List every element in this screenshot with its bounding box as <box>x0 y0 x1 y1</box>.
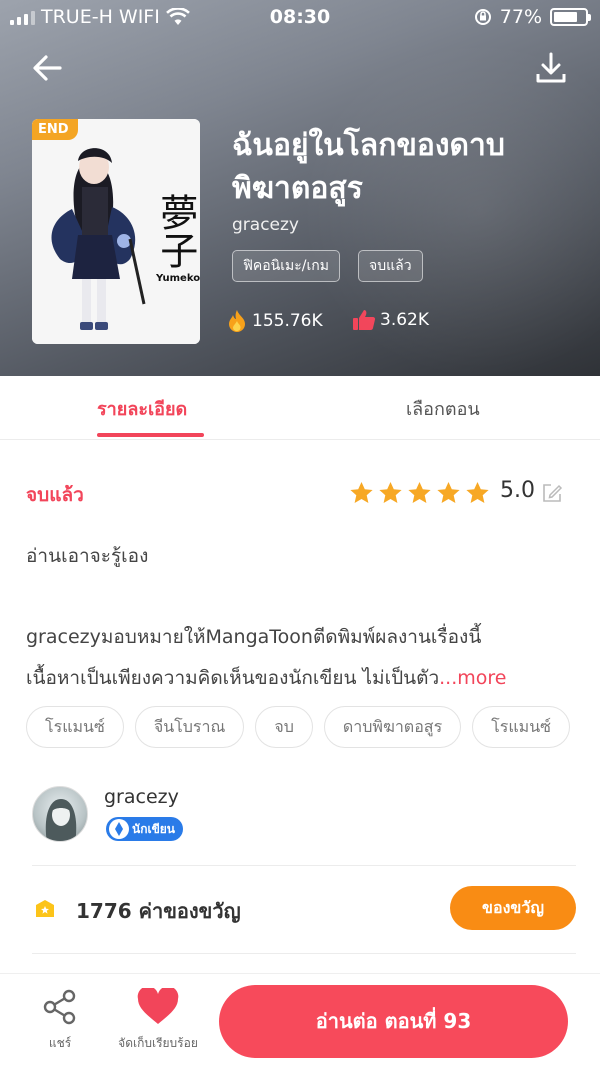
likes-stat: 3.62K <box>352 309 429 331</box>
download-icon[interactable] <box>534 50 568 86</box>
back-arrow-icon[interactable] <box>30 50 66 86</box>
star-icon <box>437 482 460 503</box>
gift-count: 1776 ค่าของขวัญ <box>76 899 241 923</box>
book-cover[interactable]: END 夢子 Yumeko <box>32 119 200 344</box>
completion-status: จบแล้ว <box>26 484 84 506</box>
tag-chip[interactable]: จบ <box>255 706 313 748</box>
tab-bar: รายละเอียด เลือกตอน <box>0 376 600 440</box>
save-label: จัดเก็บเรียบร้อย <box>118 1036 198 1050</box>
cover-name: Yumeko <box>156 273 200 284</box>
battery-percent: 77% <box>499 6 542 28</box>
thumbs-up-icon <box>353 310 376 331</box>
tab-episodes[interactable]: เลือกตอน <box>406 394 480 423</box>
book-title: ฉันอยู่ในโลกของดาบ พิฆาตอสูร <box>232 124 572 210</box>
battery-icon <box>550 8 591 26</box>
star-icon <box>408 482 431 503</box>
star-icon <box>379 482 402 503</box>
book-header: TRUE-H WIFI 08:30 77% END 夢子 Yumeko ฉันอ… <box>0 0 600 376</box>
likes-count: 3.62K <box>380 310 429 330</box>
heart-icon <box>137 986 179 1024</box>
title-line-1: ฉันอยู่ในโลกของดาบ <box>232 128 505 163</box>
status-right: 77% <box>474 6 591 28</box>
tab-details[interactable]: รายละเอียด <box>97 394 187 423</box>
views-count: 155.76K <box>252 311 323 331</box>
save-button[interactable]: จัดเก็บเรียบร้อย <box>108 986 208 1053</box>
rating-value: 5.0 <box>500 478 535 503</box>
share-button[interactable]: แชร์ <box>24 988 96 1053</box>
description-line-1: gracezyมอบหมายให้MangaToonตีดพิมพ์ผลงานเ… <box>26 626 482 648</box>
writer-icon <box>109 819 129 839</box>
description-line-2-text: เนื้อหาเป็นเพียงความคิดเห็นของนักเขียน ไ… <box>26 667 440 689</box>
tag-list: โรแมนซ์ จีนโบราณ จบ ดาบพิฆาตอสูร โรแมนซ์ <box>26 706 600 750</box>
description-line-2: เนื้อหาเป็นเพียงความคิดเห็นของนักเขียน ไ… <box>26 658 576 699</box>
end-badge: END <box>32 119 78 140</box>
status-bar: TRUE-H WIFI 08:30 77% <box>0 0 600 34</box>
continue-reading-button[interactable]: อ่านต่อ ตอนที่ 93 <box>219 985 568 1058</box>
gift-icon <box>36 900 54 917</box>
tag-chip[interactable]: โรแมนซ์ <box>472 706 570 748</box>
more-link[interactable]: ...more <box>439 667 506 689</box>
orientation-lock-icon <box>474 9 491 25</box>
share-icon <box>43 989 76 1025</box>
book-description: gracezyมอบหมายให้MangaToonตีดพิมพ์ผลงานเ… <box>26 617 576 699</box>
views-stat: 155.76K <box>226 309 323 333</box>
avatar[interactable] <box>32 786 88 842</box>
book-summary: อ่านเอาจะรู้เอง <box>26 545 149 567</box>
share-label: แชร์ <box>48 1036 72 1050</box>
tag-chip[interactable]: โรแมนซ์ <box>26 706 124 748</box>
status-tag[interactable]: จบแล้ว <box>358 250 423 282</box>
edit-rating-icon[interactable] <box>541 482 563 504</box>
tab-underline <box>97 433 204 437</box>
book-author[interactable]: gracezy <box>232 215 299 235</box>
star-icon <box>350 482 373 503</box>
writer-badge-label: นักเขียน <box>132 822 176 836</box>
cover-kanji: 夢子 <box>153 193 198 269</box>
tag-chip[interactable]: จีนโบราณ <box>134 706 245 748</box>
gift-button[interactable]: ของขวัญ <box>450 886 576 930</box>
writer-badge: นักเขียน <box>106 817 184 841</box>
title-line-2: พิฆาตอสูร <box>232 171 363 206</box>
star-icon <box>466 482 489 503</box>
bottom-bar: แชร์ จัดเก็บเรียบร้อย อ่านต่อ ตอนที่ 93 <box>0 973 600 1067</box>
tag-chip[interactable]: ดาบพิฆาตอสูร <box>323 706 462 748</box>
fire-icon <box>229 310 245 332</box>
author-name: gracezy <box>104 786 179 808</box>
avatar-illustration <box>45 799 77 841</box>
genre-tag[interactable]: ฟิคอนิเมะ/เกม <box>232 250 340 282</box>
gift-row: 1776 ค่าของขวัญ ของขวัญ <box>32 866 576 954</box>
rating-stars <box>349 481 490 505</box>
author-card[interactable]: gracezy นักเขียน <box>32 786 576 866</box>
